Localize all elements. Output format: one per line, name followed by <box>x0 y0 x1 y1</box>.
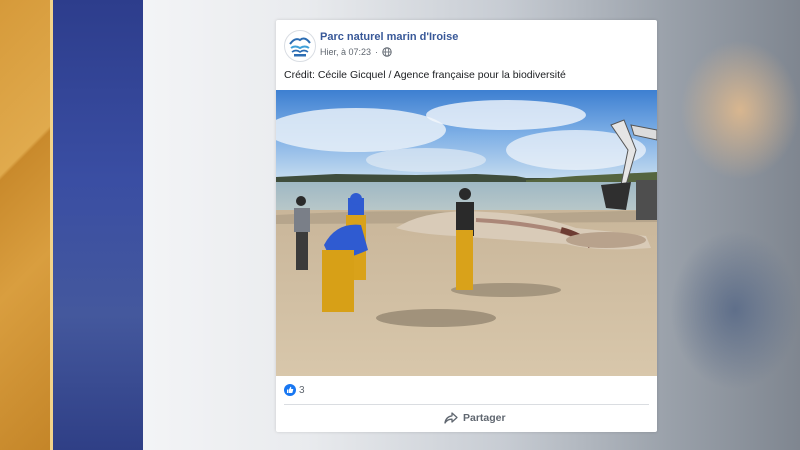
reaction-count: 3 <box>299 384 305 396</box>
backdrop-blur-spot <box>680 40 800 180</box>
post-header: Parc naturel marin d'Iroise Hier, à 07:2… <box>284 30 644 62</box>
share-label: Partager <box>463 412 506 424</box>
left-blue-panel <box>53 0 143 450</box>
post-timestamp[interactable]: Hier, à 07:23 <box>320 47 371 57</box>
post-meta: Hier, à 07:23 · <box>320 47 392 57</box>
page-avatar[interactable] <box>284 30 316 62</box>
like-icon <box>284 384 296 396</box>
share-arrow-icon <box>444 412 458 424</box>
post-caption: Crédit: Cécile Gicquel / Agence français… <box>284 69 566 81</box>
left-orange-panel <box>0 0 52 450</box>
reaction-summary[interactable]: 3 <box>284 384 305 396</box>
post-photo[interactable] <box>276 90 657 376</box>
beach-whale-photo <box>276 90 657 376</box>
marine-park-logo-icon <box>286 32 314 60</box>
page-name-link[interactable]: Parc naturel marin d'Iroise <box>320 31 458 43</box>
separator-dot: · <box>375 47 379 57</box>
share-button[interactable]: Partager <box>444 412 506 424</box>
actions-divider <box>284 404 649 405</box>
globe-icon <box>382 47 392 57</box>
backdrop-blur-spot <box>670 230 800 390</box>
facebook-post-card: Parc naturel marin d'Iroise Hier, à 07:2… <box>276 20 657 432</box>
